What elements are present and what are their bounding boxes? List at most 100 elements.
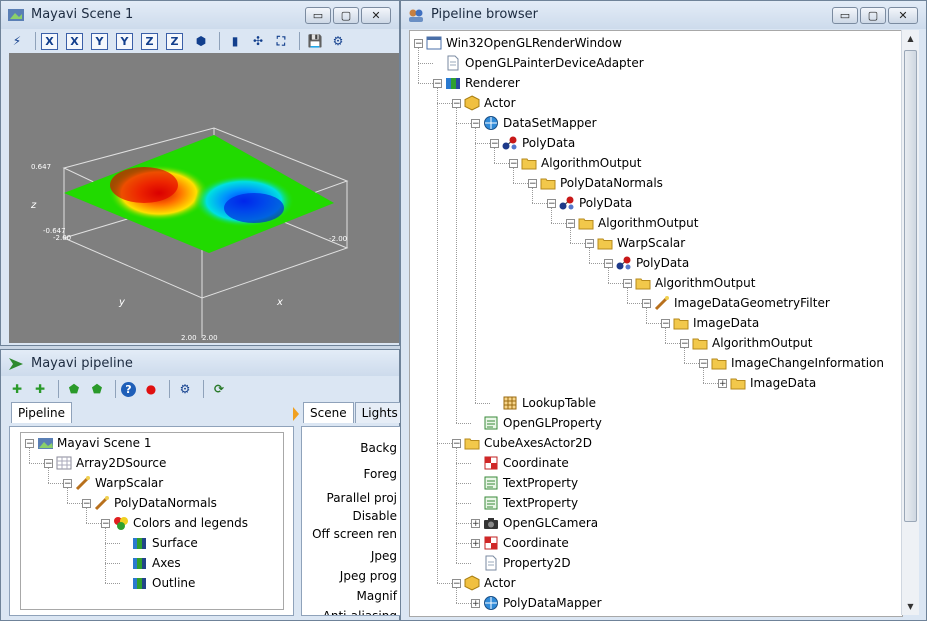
fullscreen-button[interactable]: ⛶ xyxy=(271,31,291,51)
collapse-toggle[interactable]: − xyxy=(490,138,499,148)
tree-node[interactable]: − Array2DSource xyxy=(44,453,166,473)
tab-pipeline[interactable]: Pipeline xyxy=(11,402,72,423)
axes-indicator-button[interactable]: ✣ xyxy=(248,31,268,51)
close-button[interactable]: ✕ xyxy=(361,7,391,24)
add-scene-button[interactable]: ✚ xyxy=(7,379,27,399)
tree-node[interactable]: TextProperty xyxy=(471,473,578,493)
tree-node[interactable]: OpenGLProperty xyxy=(471,413,602,433)
tree-node[interactable]: − PolyData xyxy=(604,253,689,273)
save-button[interactable]: 💾 xyxy=(305,31,325,51)
tree-node[interactable]: − WarpScalar xyxy=(585,233,685,253)
tree-node[interactable]: − Win32OpenGLRenderWindow xyxy=(414,33,622,53)
tree-node[interactable]: − PolyDataNormals xyxy=(528,173,663,193)
browser-close-button[interactable]: ✕ xyxy=(888,7,918,24)
view-x-neg-button[interactable]: X xyxy=(66,32,83,50)
tree-node[interactable]: Surface xyxy=(120,533,198,553)
collapse-toggle[interactable]: − xyxy=(623,278,632,288)
add-filter-button[interactable]: ⬟ xyxy=(64,379,84,399)
collapse-toggle[interactable]: − xyxy=(63,478,72,488)
collapse-toggle[interactable]: − xyxy=(414,38,423,48)
tree-node[interactable]: Coordinate xyxy=(471,453,569,473)
tree-node[interactable]: Axes xyxy=(120,553,181,573)
browser-scrollbar[interactable]: ▲ ▼ xyxy=(901,30,919,615)
tree-node[interactable]: + Coordinate xyxy=(471,533,569,553)
tree-node[interactable]: + ImageData xyxy=(718,373,816,393)
tree-node[interactable]: + OpenGLCamera xyxy=(471,513,598,533)
view-y-button[interactable]: Y xyxy=(91,32,108,50)
tree-node[interactable]: − CubeAxesActor2D xyxy=(452,433,592,453)
tree-node[interactable]: − Colors and legends xyxy=(101,513,248,533)
tree-node[interactable]: OpenGLPainterDeviceAdapter xyxy=(433,53,644,73)
tree-node[interactable]: − DataSetMapper xyxy=(471,113,597,133)
collapse-toggle[interactable]: − xyxy=(661,318,670,328)
pipeline-titlebar[interactable]: Mayavi pipeline xyxy=(1,350,399,376)
tree-node[interactable]: − ImageData xyxy=(661,313,759,333)
view-z-neg-button[interactable]: Z xyxy=(166,32,183,50)
collapse-toggle[interactable]: − xyxy=(25,438,34,448)
collapse-toggle[interactable]: − xyxy=(452,438,461,448)
expand-toggle[interactable]: + xyxy=(718,378,727,388)
collapse-toggle[interactable]: − xyxy=(452,98,461,108)
add-module-button[interactable]: ⬟ xyxy=(87,379,107,399)
parallel-projection-button[interactable]: ▮ xyxy=(225,31,245,51)
view-y-neg-button[interactable]: Y xyxy=(116,32,133,50)
tree-node[interactable]: − PolyDataNormals xyxy=(82,493,217,513)
tab-scene[interactable]: Scene xyxy=(303,402,354,423)
expand-toggle[interactable]: + xyxy=(471,598,480,608)
tree-node[interactable]: − AlgorithmOutput xyxy=(509,153,641,173)
tree-node[interactable]: − Mayavi Scene 1 xyxy=(25,433,151,453)
tab-lights[interactable]: Lights xyxy=(354,402,405,423)
help-button[interactable]: ? xyxy=(121,381,136,397)
browser-minimize-button[interactable]: ▭ xyxy=(832,7,858,24)
collapse-toggle[interactable]: − xyxy=(471,118,480,128)
collapse-toggle[interactable]: − xyxy=(547,198,556,208)
collapse-toggle[interactable]: − xyxy=(528,178,537,188)
browser-maximize-button[interactable]: ▢ xyxy=(860,7,886,24)
maximize-button[interactable]: ▢ xyxy=(333,7,359,24)
add-source-button[interactable]: ✚ xyxy=(30,379,50,399)
collapse-toggle[interactable]: − xyxy=(101,518,110,528)
settings-button[interactable]: ⚙ xyxy=(328,31,348,51)
collapse-toggle[interactable]: − xyxy=(585,238,594,248)
tree-node[interactable]: − ImageDataGeometryFilter xyxy=(642,293,830,313)
collapse-toggle[interactable]: − xyxy=(642,298,651,308)
collapse-toggle[interactable]: − xyxy=(433,78,442,88)
tree-node[interactable]: Property2D xyxy=(471,553,571,573)
tree-node[interactable]: − AlgorithmOutput xyxy=(623,273,755,293)
scene-3d-view[interactable]: 0.647 z -0.647 -2.00 -2.00 y x 2.00 2.00 xyxy=(9,53,399,343)
scroll-up-arrow[interactable]: ▲ xyxy=(902,30,919,47)
collapse-toggle[interactable]: − xyxy=(509,158,518,168)
scene-titlebar[interactable]: Mayavi Scene 1 ▭ ▢ ✕ xyxy=(1,1,399,29)
collapse-toggle[interactable]: − xyxy=(699,358,708,368)
tree-node[interactable]: − WarpScalar xyxy=(63,473,163,493)
tree-node[interactable]: − Renderer xyxy=(433,73,520,93)
scrollbar-thumb[interactable] xyxy=(904,50,917,522)
browser-titlebar[interactable]: Pipeline browser ▭ ▢ ✕ xyxy=(401,1,926,29)
isometric-view-button[interactable]: ⬢ xyxy=(191,31,211,51)
collapse-toggle[interactable]: − xyxy=(680,338,689,348)
tree-node[interactable]: − Actor xyxy=(452,93,516,113)
collapse-toggle[interactable]: − xyxy=(44,458,53,468)
tree-node[interactable]: − AlgorithmOutput xyxy=(680,333,812,353)
mayavi-logo-button[interactable]: ⚡ xyxy=(7,31,27,51)
scroll-down-arrow[interactable]: ▼ xyxy=(902,598,919,615)
collapse-toggle[interactable]: − xyxy=(604,258,613,268)
tree-node[interactable]: − AlgorithmOutput xyxy=(566,213,698,233)
expand-toggle[interactable]: + xyxy=(471,538,480,548)
expand-toggle[interactable]: + xyxy=(471,518,480,528)
tree-node[interactable]: − PolyData xyxy=(490,133,575,153)
tree-node[interactable]: − Actor xyxy=(452,573,516,593)
tree-node[interactable]: LookupTable xyxy=(490,393,596,413)
refresh-button[interactable]: ⟳ xyxy=(209,379,229,399)
collapse-toggle[interactable]: − xyxy=(452,578,461,588)
preferences-button[interactable]: ⚙ xyxy=(175,379,195,399)
tree-node[interactable]: + PolyDataMapper xyxy=(471,593,602,613)
tree-node[interactable]: − ImageChangeInformation xyxy=(699,353,884,373)
collapse-toggle[interactable]: − xyxy=(566,218,575,228)
record-button[interactable]: ● xyxy=(141,379,161,399)
tree-node[interactable]: TextProperty xyxy=(471,493,578,513)
tree-node[interactable]: − PolyData xyxy=(547,193,632,213)
tree-node[interactable]: Outline xyxy=(120,573,195,593)
view-x-button[interactable]: X xyxy=(41,32,58,50)
splitter-handle[interactable] xyxy=(293,402,299,614)
